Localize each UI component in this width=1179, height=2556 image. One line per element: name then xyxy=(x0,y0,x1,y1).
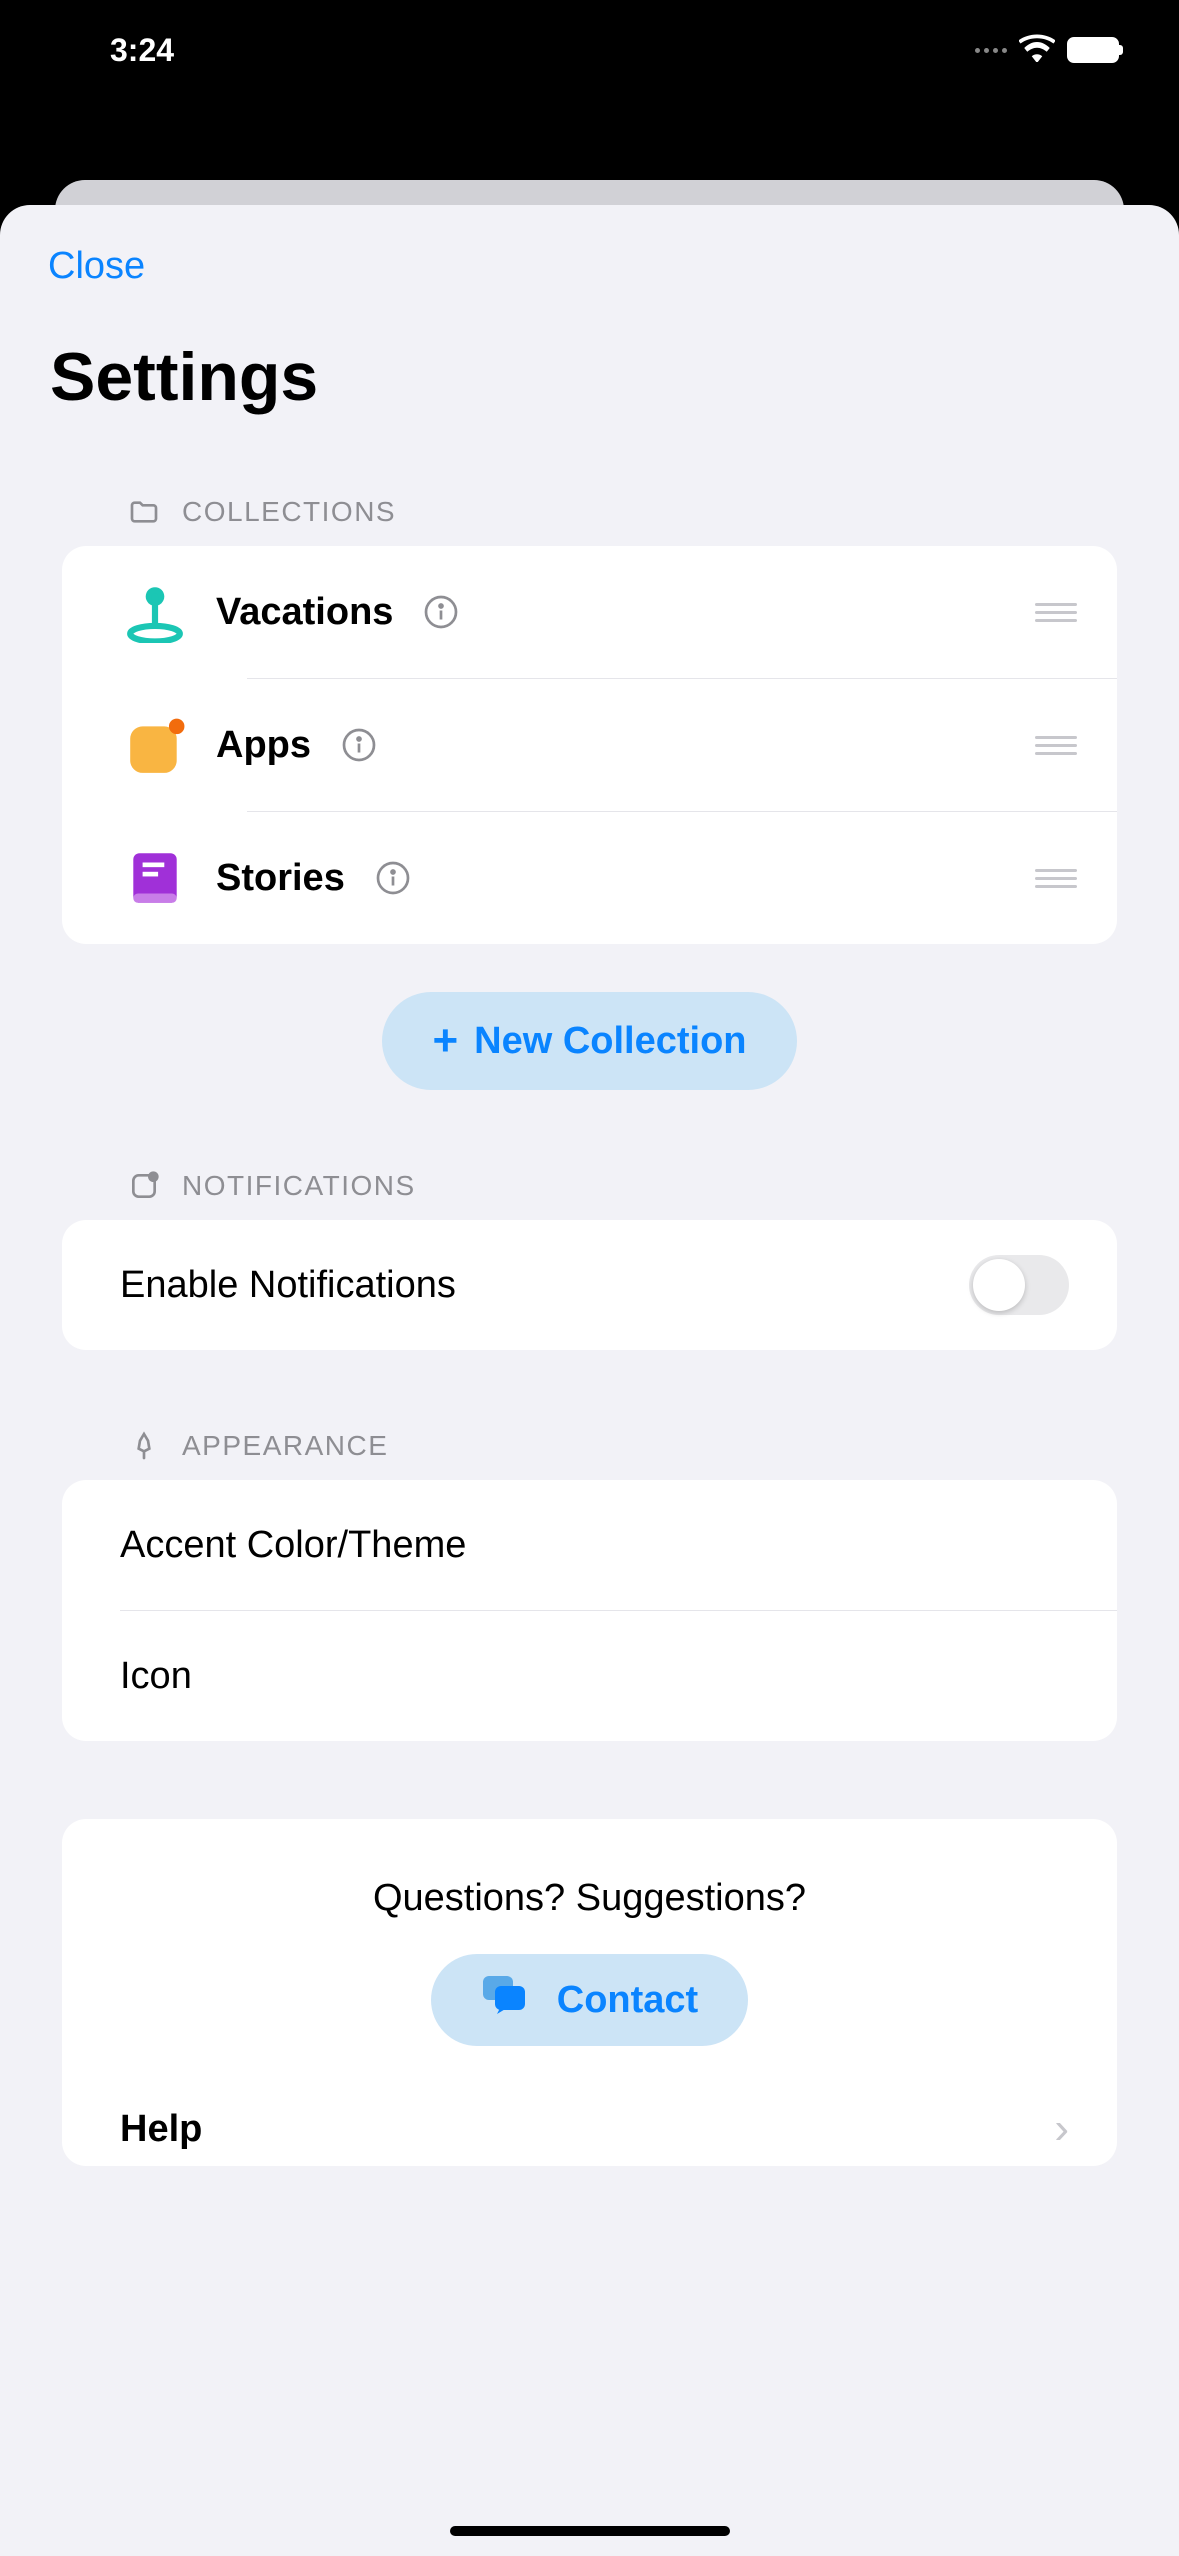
collection-row-vacations[interactable]: Vacations xyxy=(62,546,1117,678)
status-time: 3:24 xyxy=(110,32,174,69)
accent-color-label: Accent Color/Theme xyxy=(120,1524,466,1567)
notification-icon xyxy=(128,1170,160,1202)
collection-row-stories[interactable]: Stories xyxy=(62,812,1117,944)
help-row[interactable]: Help › xyxy=(62,2046,1117,2166)
loading-dots-icon xyxy=(975,48,1007,53)
chevron-right-icon: › xyxy=(1054,2104,1069,2154)
toggle-knob xyxy=(973,1259,1025,1311)
collection-label: Vacations xyxy=(216,591,393,634)
book-icon xyxy=(124,847,186,909)
feedback-card: Questions? Suggestions? Contact Help › xyxy=(62,1819,1117,2166)
chat-icon xyxy=(481,1974,527,2026)
status-bar: 3:24 xyxy=(0,0,1179,100)
contact-button[interactable]: Contact xyxy=(431,1954,748,2046)
page-title: Settings xyxy=(50,338,1179,416)
feedback-prompt: Questions? Suggestions? xyxy=(62,1877,1117,1920)
icon-row[interactable]: Icon xyxy=(62,1611,1117,1741)
battery-icon xyxy=(1067,37,1119,63)
drag-handle-icon[interactable] xyxy=(1035,866,1077,890)
home-indicator[interactable] xyxy=(450,2526,730,2536)
notifications-header-label: NOTIFICATIONS xyxy=(182,1170,416,1202)
appearance-header-label: APPEARANCE xyxy=(182,1430,388,1462)
settings-sheet: Close Settings COLLECTIONS Vacations A xyxy=(0,205,1179,2556)
wifi-icon xyxy=(1019,34,1055,67)
pin-badge-icon xyxy=(128,1430,160,1462)
collections-section-header: COLLECTIONS xyxy=(128,496,1179,528)
icon-row-label: Icon xyxy=(120,1655,192,1698)
notifications-section-header: NOTIFICATIONS xyxy=(128,1170,1179,1202)
drag-handle-icon[interactable] xyxy=(1035,600,1077,624)
plus-icon: + xyxy=(432,1019,458,1063)
app-icon xyxy=(124,714,186,776)
new-collection-label: New Collection xyxy=(474,1020,746,1063)
info-icon[interactable] xyxy=(341,727,377,763)
status-indicators xyxy=(975,34,1119,67)
appearance-section-header: APPEARANCE xyxy=(128,1430,1179,1462)
enable-notifications-row[interactable]: Enable Notifications xyxy=(62,1220,1117,1350)
collection-label: Apps xyxy=(216,724,311,767)
info-icon[interactable] xyxy=(375,860,411,896)
collections-header-label: COLLECTIONS xyxy=(182,496,396,528)
collection-row-apps[interactable]: Apps xyxy=(62,679,1117,811)
appearance-card: Accent Color/Theme Icon xyxy=(62,1480,1117,1741)
pin-icon xyxy=(124,581,186,643)
contact-label: Contact xyxy=(557,1979,698,2022)
notifications-card: Enable Notifications xyxy=(62,1220,1117,1350)
collection-label: Stories xyxy=(216,857,345,900)
drag-handle-icon[interactable] xyxy=(1035,733,1077,757)
notifications-toggle[interactable] xyxy=(969,1255,1069,1315)
accent-color-row[interactable]: Accent Color/Theme xyxy=(62,1480,1117,1610)
help-label: Help xyxy=(120,2108,202,2151)
info-icon[interactable] xyxy=(423,594,459,630)
new-collection-button[interactable]: + New Collection xyxy=(382,992,796,1090)
collections-card: Vacations Apps Stori xyxy=(62,546,1117,944)
enable-notifications-label: Enable Notifications xyxy=(120,1264,456,1307)
folder-icon xyxy=(128,496,160,528)
close-button[interactable]: Close xyxy=(48,245,145,288)
